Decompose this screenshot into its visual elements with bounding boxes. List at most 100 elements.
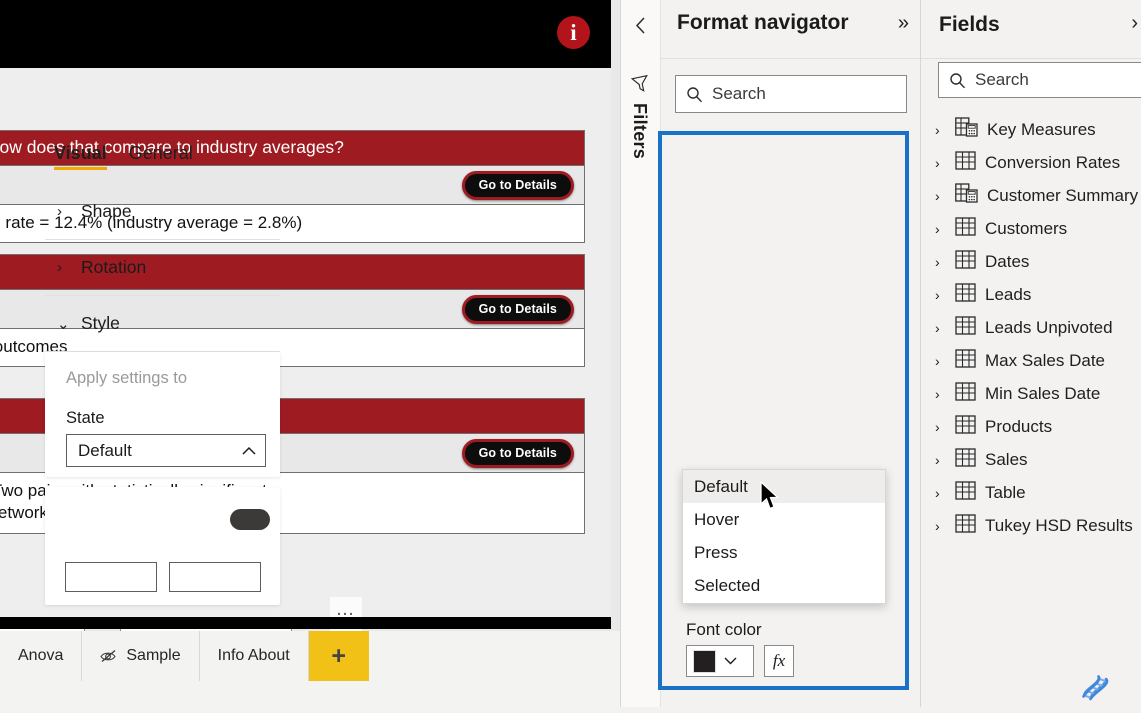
chevron-down-icon: ⌄ [57,315,70,333]
fields-search-placeholder: Search [975,70,1029,89]
state-dropdown-list[interactable]: Default Hover Press Selected [682,469,886,604]
search-icon [949,72,966,89]
go-to-details-button[interactable]: Go to Details [461,439,574,468]
field-table-row[interactable]: › Table [921,476,1141,509]
chevron-right-icon[interactable]: › [935,419,946,435]
filters-rail-label[interactable]: Filters [629,103,650,159]
format-search-input[interactable]: Search [675,75,907,113]
field-table-label: Customer Summary [987,185,1139,205]
font-color-picker[interactable] [686,645,754,677]
page-tab-strip-underlay [0,681,620,713]
page-tab-info-about[interactable]: Info About [200,631,309,681]
dropdown-option-press[interactable]: Press [683,536,885,569]
double-chevron-right-icon[interactable]: » [898,12,909,35]
field-table-row[interactable]: › Tukey HSD Results [921,509,1141,542]
page-tab-anova[interactable]: Anova [0,631,83,681]
dropdown-option-default[interactable]: Default [683,470,885,503]
chevron-right-icon[interactable]: › [935,386,946,402]
fields-panel-header: Fields › [921,0,1141,59]
chevron-right-icon[interactable]: › [935,188,946,204]
table-icon [955,216,976,241]
field-table-label: Table [985,482,1026,502]
chevron-right-icon[interactable]: › [935,122,946,138]
field-table-label: Customers [985,218,1068,238]
fields-search-input[interactable]: Search [938,62,1141,98]
go-to-details-button[interactable]: Go to Details [461,171,574,200]
chevron-right-icon[interactable]: › [935,452,946,468]
fields-title: Fields [939,13,1000,36]
table-icon [955,282,976,307]
table-icon [955,315,976,340]
style-toggle-switch[interactable] [230,509,270,530]
accordion-style[interactable]: ⌄ Style [45,296,280,352]
fx-button[interactable]: fx [764,645,794,677]
chevron-right-icon[interactable]: › [935,320,946,336]
chevron-down-icon [723,652,738,670]
field-table-label: Leads Unpivoted [985,317,1113,337]
tab-visual[interactable]: Visual [54,139,107,170]
field-table-label: Sales [985,449,1028,469]
field-table-row[interactable]: › Customer Summary [921,179,1141,212]
field-table-row[interactable]: › Conversion Rates [921,146,1141,179]
accordion-rotation[interactable]: › Rotation [45,240,280,296]
field-table-label: Leads [985,284,1032,304]
field-table-label: Min Sales Date [985,383,1101,403]
format-search-placeholder: Search [712,84,766,103]
chevron-right-icon[interactable]: › [935,221,946,237]
dropdown-option-selected[interactable]: Selected [683,569,885,602]
chevron-right-icon[interactable]: › [1131,12,1138,35]
field-table-row[interactable]: › Sales [921,443,1141,476]
chevron-right-icon[interactable]: › [935,155,946,171]
go-to-details-button[interactable]: Go to Details [461,295,574,324]
chevron-right-icon[interactable]: › [935,485,946,501]
table-icon [955,249,976,274]
field-table-row[interactable]: › Max Sales Date [921,344,1141,377]
field-table-row[interactable]: › Products [921,410,1141,443]
filter-icon[interactable] [629,72,653,96]
field-table-row[interactable]: › Leads [921,278,1141,311]
field-table-label: Dates [985,251,1030,271]
style-secondary-card [45,487,280,605]
chevron-up-icon [241,441,257,461]
field-table-row[interactable]: › Customers [921,212,1141,245]
search-icon [686,86,703,103]
table-icon [955,414,976,439]
accordion-shape[interactable]: › Shape [45,184,280,240]
format-panel-rail: Filters [621,0,661,713]
state-label: State [66,409,105,427]
chevron-right-icon[interactable]: › [935,353,946,369]
field-table-row[interactable]: › Min Sales Date [921,377,1141,410]
info-icon[interactable]: i [557,16,590,49]
field-table-row[interactable]: › Key Measures [921,113,1141,146]
apply-settings-to-label: Apply settings to [66,369,188,387]
chevron-right-icon: › [57,259,62,276]
style-input-left[interactable] [65,562,157,592]
font-color-controls: fx [686,645,794,677]
table-icon [955,513,976,538]
tab-general[interactable]: General [129,139,193,164]
chevron-left-icon[interactable] [632,14,650,36]
format-navigator-panel: Filters Format navigator » Search [620,0,921,713]
add-page-button[interactable]: + [308,631,369,681]
chevron-right-icon[interactable]: › [935,518,946,534]
measure-table-icon [955,117,978,142]
state-dropdown-button[interactable]: Default [66,434,266,467]
fields-panel: Fields › Search › Key Measures › Conversion… [920,0,1141,713]
field-table-label: Products [985,416,1053,436]
table-icon [955,348,976,373]
state-selected-value: Default [78,440,132,460]
field-table-label: Conversion Rates [985,152,1121,172]
field-table-row[interactable]: › Dates [921,245,1141,278]
accordion-label: Style [81,313,120,333]
font-color-swatch [693,649,716,673]
format-settings-highlight-box [658,131,909,690]
page-tab-sample[interactable]: Sample [82,631,200,681]
table-icon [955,480,976,505]
chevron-right-icon[interactable]: › [935,254,946,270]
dropdown-option-hover[interactable]: Hover [683,503,885,536]
fields-table-list: › Key Measures › Conversion Rates › Customer … [921,113,1141,542]
field-table-row[interactable]: › Leads Unpivoted [921,311,1141,344]
style-input-right[interactable] [169,562,261,592]
page-tab-label: Sample [126,647,181,664]
chevron-right-icon[interactable]: › [935,287,946,303]
